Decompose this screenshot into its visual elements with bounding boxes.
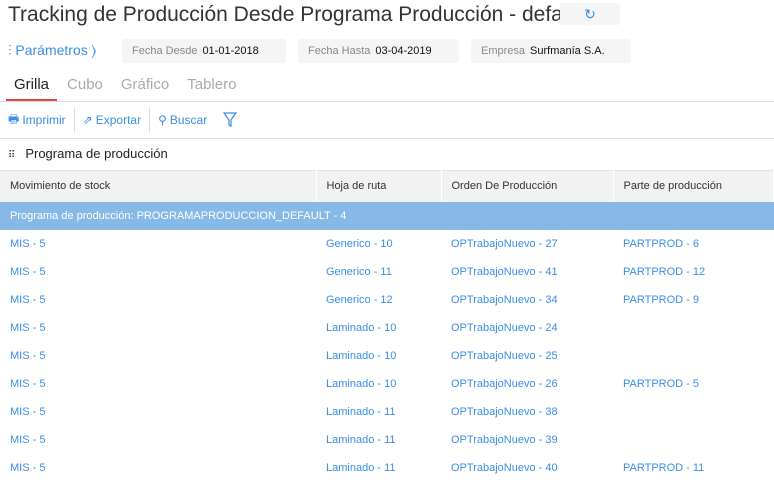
table-cell-link[interactable]: Generico - 11	[316, 258, 441, 286]
grid-icon: ⠿	[8, 150, 16, 161]
table-cell-link[interactable]: PARTPROD - 12	[613, 258, 774, 286]
refresh-icon: ↻	[584, 6, 596, 22]
table-cell-link[interactable]: Laminado - 11	[316, 398, 441, 426]
divider	[0, 138, 774, 139]
parameters-label: Parámetros ⟩	[15, 42, 97, 58]
filter-button[interactable]	[215, 108, 245, 132]
table-cell-link[interactable]: MIS - 5	[0, 370, 316, 398]
table-cell-link[interactable]: Laminado - 10	[316, 342, 441, 370]
table-row: MIS - 5 Generico - 10 OPTrabajoNuevo - 27 P…	[0, 230, 774, 258]
table-cell-link[interactable]: MIS - 5	[0, 426, 316, 454]
printer-icon: 🖶	[8, 111, 20, 126]
filter-label: Fecha Hasta	[308, 45, 371, 57]
table-cell-link[interactable]: Generico - 12	[316, 286, 441, 314]
table-cell-link[interactable]: Laminado - 11	[316, 426, 441, 454]
export-button[interactable]: ⇗ Exportar	[75, 108, 149, 132]
toolbar: 🖶 Imprimir ⇗ Exportar ⚲ Buscar	[0, 108, 245, 132]
table-row: MIS - 5 Laminado - 10 OPTrabajoNuevo - 24	[0, 314, 774, 342]
export-label: Exportar	[95, 113, 142, 127]
refresh-button[interactable]: ↻	[560, 3, 620, 25]
filter-empresa[interactable]: Empresa Surfmanía S.A.	[471, 39, 631, 63]
table-cell-link	[613, 314, 774, 342]
table-cell-link[interactable]: MIS - 5	[0, 230, 316, 258]
tab-grilla[interactable]: Grilla	[6, 76, 58, 102]
print-button[interactable]: 🖶 Imprimir	[0, 108, 74, 132]
filter-value: 01-01-2018	[202, 45, 259, 57]
filter-label: Fecha Desde	[132, 45, 198, 57]
search-label: Buscar	[169, 113, 208, 127]
page-title: Tracking de Producción Desde Programa Pr…	[8, 3, 586, 26]
filter-value: Surfmanía S.A.	[530, 45, 605, 57]
table-cell-link[interactable]: PARTPROD - 9	[613, 286, 774, 314]
tab-cubo[interactable]: Cubo	[59, 76, 111, 102]
section-title: Programa de producción	[25, 146, 168, 161]
tab-grafico[interactable]: Gráfico	[113, 76, 177, 102]
table-cell-link[interactable]: OPTrabajoNuevo - 34	[441, 286, 613, 314]
table-cell-link[interactable]: OPTrabajoNuevo - 24	[441, 314, 613, 342]
table-cell-link[interactable]: OPTrabajoNuevo - 40	[441, 454, 613, 482]
table-cell-link	[613, 398, 774, 426]
table-row: MIS - 5 Laminado - 11 OPTrabajoNuevo - 39	[0, 426, 774, 454]
table-row: MIS - 5 Generico - 11 OPTrabajoNuevo - 41 P…	[0, 258, 774, 286]
table-cell-link[interactable]: MIS - 5	[0, 454, 316, 482]
filter-fecha-hasta[interactable]: Fecha Hasta 03-04-2019	[298, 39, 459, 63]
filter-fecha-desde[interactable]: Fecha Desde 01-01-2018	[122, 39, 286, 63]
table-cell-link[interactable]: PARTPROD - 11	[613, 454, 774, 482]
filter-label: Empresa	[481, 45, 526, 57]
table-cell-link[interactable]: PARTPROD - 5	[613, 370, 774, 398]
table-cell-link[interactable]: OPTrabajoNuevo - 27	[441, 230, 613, 258]
table-cell-link[interactable]: OPTrabajoNuevo - 25	[441, 342, 613, 370]
column-header[interactable]: Movimiento de stock	[0, 170, 317, 202]
group-label: Programa de producción: PROGRAMAPRODUCCI…	[0, 201, 774, 230]
table-cell-link[interactable]: Laminado - 11	[316, 454, 441, 482]
table-row: MIS - 5 Laminado - 11 OPTrabajoNuevo - 40 P…	[0, 454, 774, 482]
table-row: MIS - 5 Laminado - 10 OPTrabajoNuevo - 26 P…	[0, 370, 774, 398]
group-row[interactable]: Programa de producción: PROGRAMAPRODUCCI…	[0, 201, 774, 230]
table-cell-link[interactable]: Laminado - 10	[316, 314, 441, 342]
table-cell-link	[613, 342, 774, 370]
table-cell-link[interactable]: MIS - 5	[0, 286, 316, 314]
table-cell-link[interactable]: Generico - 10	[316, 230, 441, 258]
table-cell-link[interactable]: MIS - 5	[0, 398, 316, 426]
section-header: ⠿ Programa de producción	[8, 146, 168, 161]
print-label: Imprimir	[22, 113, 66, 127]
table-cell-link[interactable]: OPTrabajoNuevo - 26	[441, 370, 613, 398]
table-cell-link	[613, 426, 774, 454]
table-cell-link[interactable]: Laminado - 10	[316, 370, 441, 398]
table-row: MIS - 5 Laminado - 10 OPTrabajoNuevo - 25	[0, 342, 774, 370]
divider	[0, 101, 774, 102]
search-icon: ⚲	[158, 113, 167, 127]
table-cell-link[interactable]: MIS - 5	[0, 342, 316, 370]
column-header[interactable]: Parte de producción	[613, 170, 774, 202]
table-row: MIS - 5 Generico - 12 OPTrabajoNuevo - 34 P…	[0, 286, 774, 314]
table-cell-link[interactable]: OPTrabajoNuevo - 41	[441, 258, 613, 286]
table-row: MIS - 5 Laminado - 11 OPTrabajoNuevo - 38	[0, 398, 774, 426]
view-tabs: Grilla Cubo Gráfico Tablero	[6, 76, 246, 102]
data-grid: Movimiento de stock Hoja de ruta Orden D…	[0, 170, 774, 482]
filter-icon	[223, 112, 238, 127]
column-header[interactable]: Hoja de ruta	[316, 170, 442, 202]
table-cell-link[interactable]: PARTPROD - 6	[613, 230, 774, 258]
parameters-button[interactable]: ⫶ Parámetros ⟩	[8, 42, 96, 59]
search-button[interactable]: ⚲ Buscar	[150, 108, 215, 132]
table-cell-link[interactable]: OPTrabajoNuevo - 39	[441, 426, 613, 454]
tab-tablero[interactable]: Tablero	[179, 76, 244, 102]
table-cell-link[interactable]: OPTrabajoNuevo - 38	[441, 398, 613, 426]
table-cell-link[interactable]: MIS - 5	[0, 258, 316, 286]
table-cell-link[interactable]: MIS - 5	[0, 314, 316, 342]
column-header[interactable]: Orden De Producción	[441, 170, 614, 202]
external-link-icon: ⇗	[82, 113, 93, 127]
filter-value: 03-04-2019	[375, 45, 432, 57]
